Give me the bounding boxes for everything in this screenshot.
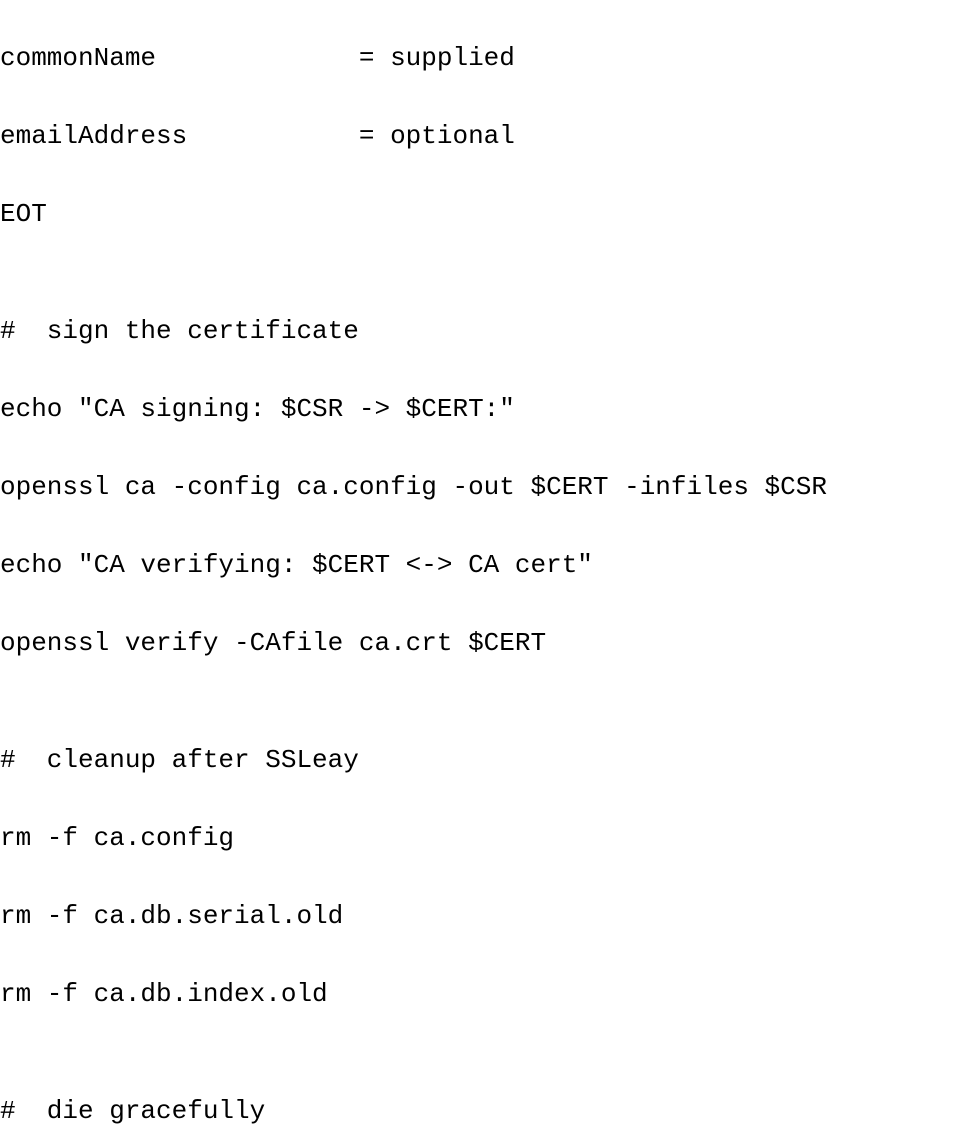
code-line: openssl ca -config ca.config -out $CERT … bbox=[0, 468, 960, 507]
code-line: emailAddress = optional bbox=[0, 117, 960, 156]
code-line: # cleanup after SSLeay bbox=[0, 741, 960, 780]
code-line: commonName = supplied bbox=[0, 39, 960, 78]
code-line: echo "CA signing: $CSR -> $CERT:" bbox=[0, 390, 960, 429]
code-line: # sign the certificate bbox=[0, 312, 960, 351]
code-line: echo "CA verifying: $CERT <-> CA cert" bbox=[0, 546, 960, 585]
code-block: commonName = supplied emailAddress = opt… bbox=[0, 0, 960, 1134]
code-line: # die gracefully bbox=[0, 1092, 960, 1131]
code-line: EOT bbox=[0, 195, 960, 234]
code-line: rm -f ca.db.serial.old bbox=[0, 897, 960, 936]
code-line: openssl verify -CAfile ca.crt $CERT bbox=[0, 624, 960, 663]
code-line: rm -f ca.db.index.old bbox=[0, 975, 960, 1014]
code-line: rm -f ca.config bbox=[0, 819, 960, 858]
